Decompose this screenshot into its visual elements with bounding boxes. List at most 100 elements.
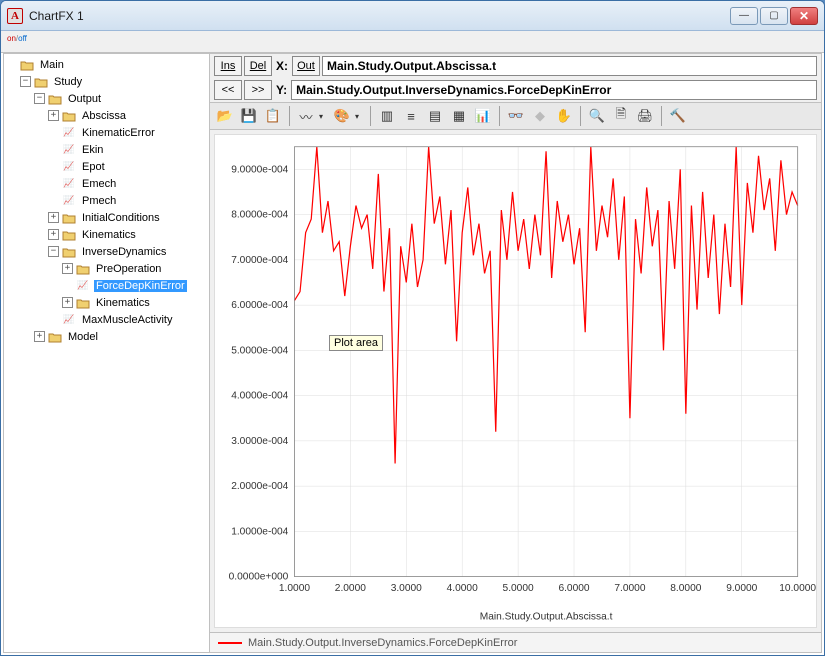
preview-icon[interactable]: 🗎 bbox=[610, 105, 632, 127]
stats-icon[interactable]: 📊 bbox=[472, 105, 494, 127]
svg-text:4.0000e-004: 4.0000e-004 bbox=[231, 391, 288, 402]
tree-epot[interactable]: 📈Epot bbox=[48, 158, 207, 175]
folder-icon bbox=[19, 58, 35, 72]
expand-icon[interactable]: + bbox=[48, 212, 59, 223]
expand-icon[interactable]: + bbox=[34, 331, 45, 342]
tree-study[interactable]: −Study bbox=[20, 73, 207, 90]
folder-icon bbox=[33, 75, 49, 89]
x-axis-label: X: bbox=[274, 59, 290, 73]
collapse-icon[interactable]: − bbox=[48, 246, 59, 257]
y-path-input[interactable] bbox=[291, 80, 817, 100]
svg-text:7.0000: 7.0000 bbox=[614, 583, 645, 594]
svg-text:5.0000e-004: 5.0000e-004 bbox=[231, 345, 288, 356]
tool-icon[interactable]: 🔨 bbox=[667, 105, 689, 127]
tree-output[interactable]: −Output bbox=[34, 90, 207, 107]
tree-preoperation[interactable]: +PreOperation bbox=[62, 260, 207, 277]
folder-icon bbox=[47, 92, 63, 106]
tree-model[interactable]: +Model bbox=[34, 328, 207, 345]
tree-kinematics[interactable]: +Kinematics bbox=[48, 226, 207, 243]
toggle-bar: on/off bbox=[1, 31, 824, 53]
table-icon[interactable]: ▦ bbox=[448, 105, 470, 127]
marker-icon[interactable]: ◆ bbox=[529, 105, 551, 127]
chart-type-icon[interactable]: 〰 bbox=[295, 105, 317, 127]
titlebar: A ChartFX 1 — ▢ ✕ bbox=[1, 1, 824, 31]
expand-icon[interactable]: + bbox=[48, 229, 59, 240]
svg-text:2.0000e-004: 2.0000e-004 bbox=[231, 481, 288, 492]
tree-abscissa[interactable]: +Abscissa bbox=[48, 107, 207, 124]
data-icon: 📈 bbox=[61, 177, 77, 191]
folder-icon bbox=[61, 109, 77, 123]
data-icon: 📈 bbox=[61, 143, 77, 157]
tree-maxmuscleactivity[interactable]: 📈MaxMuscleActivity bbox=[48, 311, 207, 328]
line-chart: 0.0000e+0001.0000e-0042.0000e-0043.0000e… bbox=[215, 135, 816, 627]
expand-icon[interactable]: + bbox=[62, 297, 73, 308]
glasses-icon[interactable]: 👓 bbox=[505, 105, 527, 127]
tree-root-main[interactable]: Main bbox=[6, 56, 207, 73]
data-icon: 📈 bbox=[61, 313, 77, 327]
list-icon[interactable]: ▤ bbox=[424, 105, 446, 127]
data-icon: 📈 bbox=[61, 194, 77, 208]
legend-swatch bbox=[218, 642, 242, 644]
svg-text:1.0000: 1.0000 bbox=[279, 583, 310, 594]
svg-text:5.0000: 5.0000 bbox=[503, 583, 534, 594]
folder-icon bbox=[75, 296, 91, 310]
data-icon: 📈 bbox=[75, 279, 91, 293]
delete-button[interactable]: Del bbox=[244, 56, 272, 76]
prev-button[interactable]: << bbox=[214, 80, 242, 100]
collapse-icon[interactable]: − bbox=[34, 93, 45, 104]
svg-text:6.0000e-004: 6.0000e-004 bbox=[231, 300, 288, 311]
chart-toolbar: 📂 💾 📋 〰▾ 🎨▾ ▥ ≡ ▤ ▦ 📊 👓 ◆ ✋ 🔍 🗎 🖨 bbox=[210, 102, 821, 130]
next-button[interactable]: >> bbox=[244, 80, 272, 100]
svg-text:1.0000e-004: 1.0000e-004 bbox=[231, 526, 288, 537]
plot-area[interactable]: 0.0000e+0001.0000e-0042.0000e-0043.0000e… bbox=[214, 134, 817, 628]
tree-forcedepkinerror[interactable]: 📈ForceDepKinError bbox=[62, 277, 207, 294]
copy-icon[interactable]: 📋 bbox=[262, 105, 284, 127]
svg-text:3.0000e-004: 3.0000e-004 bbox=[231, 436, 288, 447]
save-icon[interactable]: 💾 bbox=[238, 105, 260, 127]
close-button[interactable]: ✕ bbox=[790, 7, 818, 25]
tree-initialconditions[interactable]: +InitialConditions bbox=[48, 209, 207, 226]
window-title: ChartFX 1 bbox=[29, 9, 730, 23]
tree-pmech[interactable]: 📈Pmech bbox=[48, 192, 207, 209]
color-icon[interactable]: 🎨 bbox=[331, 105, 353, 127]
tree-kinematicerror[interactable]: 📈KinematicError bbox=[48, 124, 207, 141]
folder-icon bbox=[61, 228, 77, 242]
maximize-button[interactable]: ▢ bbox=[760, 7, 788, 25]
svg-text:4.0000: 4.0000 bbox=[447, 583, 478, 594]
onoff-toggle-icon[interactable]: on/off bbox=[7, 34, 31, 50]
svg-text:8.0000: 8.0000 bbox=[670, 583, 701, 594]
object-tree[interactable]: Main −Study −Output +Abscissa 📈Kin bbox=[6, 56, 207, 345]
svg-text:6.0000: 6.0000 bbox=[558, 583, 589, 594]
insert-button[interactable]: Ins bbox=[214, 56, 242, 76]
x-path-input[interactable] bbox=[322, 56, 817, 76]
svg-text:9.0000: 9.0000 bbox=[726, 583, 757, 594]
open-icon[interactable]: 📂 bbox=[214, 105, 236, 127]
expand-icon[interactable]: + bbox=[48, 110, 59, 121]
svg-text:7.0000e-004: 7.0000e-004 bbox=[231, 255, 288, 266]
folder-icon bbox=[75, 262, 91, 276]
bars-icon[interactable]: ▥ bbox=[376, 105, 398, 127]
dropdown-icon[interactable]: ▾ bbox=[319, 112, 329, 121]
tree-emech[interactable]: 📈Emech bbox=[48, 175, 207, 192]
svg-text:10.0000: 10.0000 bbox=[779, 583, 816, 594]
folder-icon bbox=[61, 211, 77, 225]
tree-id-kinematics[interactable]: +Kinematics bbox=[62, 294, 207, 311]
dropdown-icon[interactable]: ▾ bbox=[355, 112, 365, 121]
x-control-row: Ins Del X: Out bbox=[210, 54, 821, 78]
legend: Main.Study.Output.InverseDynamics.ForceD… bbox=[210, 632, 821, 652]
svg-text:9.0000e-004: 9.0000e-004 bbox=[231, 164, 288, 175]
zoom-icon[interactable]: 🔍 bbox=[586, 105, 608, 127]
app-window: A ChartFX 1 — ▢ ✕ on/off Main −Study bbox=[0, 0, 825, 656]
tree-inversedynamics[interactable]: −InverseDynamics bbox=[48, 243, 207, 260]
collapse-icon[interactable]: − bbox=[20, 76, 31, 87]
tree-ekin[interactable]: 📈Ekin bbox=[48, 141, 207, 158]
print-icon[interactable]: 🖨 bbox=[634, 105, 656, 127]
hand-icon[interactable]: ✋ bbox=[553, 105, 575, 127]
expand-icon[interactable]: + bbox=[62, 263, 73, 274]
svg-text:3.0000: 3.0000 bbox=[391, 583, 422, 594]
data-icon: 📈 bbox=[61, 126, 77, 140]
minimize-button[interactable]: — bbox=[730, 7, 758, 25]
svg-text:Main.Study.Output.Abscissa.t: Main.Study.Output.Abscissa.t bbox=[480, 611, 613, 622]
grid-icon[interactable]: ≡ bbox=[400, 105, 422, 127]
out-button[interactable]: Out bbox=[292, 56, 320, 76]
